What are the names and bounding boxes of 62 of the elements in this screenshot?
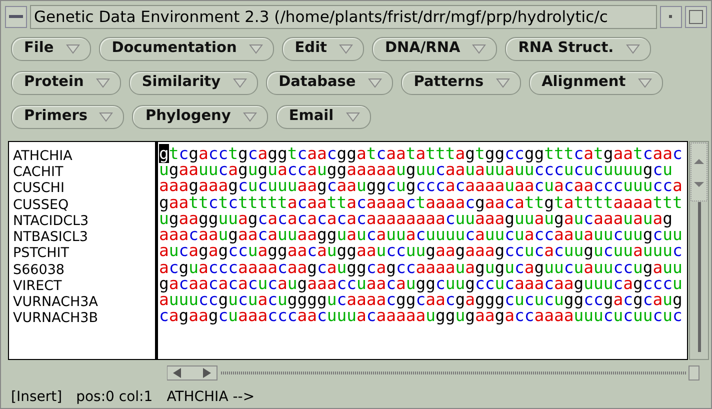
status-sequence-text: ATHCHIA --> [166, 388, 255, 407]
menu-button[interactable]: Documentation [98, 37, 274, 62]
menu-button[interactable]: Patterns [400, 71, 521, 96]
maximize-button[interactable] [685, 6, 707, 28]
sequence-name[interactable]: VIRECT [9, 278, 155, 294]
menu-button[interactable]: Email [276, 105, 371, 130]
sequence-name[interactable]: CUSCHI [9, 180, 155, 197]
menu-button[interactable]: Alignment [528, 71, 663, 96]
sequence-name[interactable]: NTACIDCL3 [9, 212, 155, 230]
sequence-bases: gaattctctttttacaattacaaaactaaaacgaacattgtattttaaaattt [158, 194, 682, 211]
dropdown-triangle-icon[interactable] [242, 112, 257, 122]
menu-button[interactable]: Similarity [128, 71, 258, 96]
sequence-name[interactable]: CACHIT [9, 164, 155, 180]
dropdown-triangle-icon[interactable] [368, 78, 382, 88]
window-menu-button[interactable] [5, 6, 27, 28]
sequence-bases: cagaagcuaaacccaacuuuacaaaaauggugaagaccaaaauuucucuucuc [158, 308, 682, 324]
window-title: Genetic Data Environment 2.3 (/home/plants/frist/drr/mgf/prp/hydrolytic/c [30, 4, 657, 29]
menu-button[interactable]: Database [266, 71, 393, 96]
scroll-arrows-icon[interactable] [690, 142, 708, 202]
square-icon[interactable] [689, 10, 703, 24]
menu-button[interactable]: Primers [11, 105, 124, 130]
sequence-bases: aucagagccuaggaacauggaauccuugaagaaagccucacuugucuuauuuc [158, 243, 682, 260]
sequence-bases: auuuccgucuacuggggucaaaacggcaacgagggcucucuggccgacgcaug [158, 292, 682, 308]
minimize-button[interactable] [660, 6, 682, 28]
sequence-bases: ugaauucaguguaccauggaaaaauguucaauauuauucccucucuuuugcu [158, 162, 672, 178]
dropdown-triangle-icon[interactable] [96, 78, 110, 88]
sequence-name[interactable]: VURNACH3B [9, 310, 155, 326]
dropdown-triangle-icon[interactable] [232, 78, 247, 88]
dropdown-triangle-icon[interactable] [248, 44, 263, 54]
menu-button[interactable]: DNA/RNA [372, 37, 498, 62]
dropdown-triangle-icon[interactable] [66, 44, 80, 54]
menu-button[interactable]: RNA Struct. [505, 37, 651, 62]
sequence-bases: aaagaaagcucuuuaagcaauggcugcccacaaaauaacuacaacccuuucca [158, 178, 682, 195]
status-mode-text: [Insert] [11, 388, 62, 407]
dropdown-triangle-icon[interactable] [338, 44, 353, 54]
sequence-name[interactable]: S66038 [9, 262, 155, 278]
menu-button[interactable]: Edit [282, 37, 364, 62]
text-cursor: g [159, 144, 169, 164]
sequence-name[interactable]: PSTCHIT [9, 245, 155, 262]
sequence-bases: aaacaaugaacauuaagguaucauuacuuuucauucuaccaauauucuugcuu [158, 227, 682, 244]
sequence-name[interactable]: NTBASICL3 [9, 229, 155, 246]
horizontal-scrollbar[interactable] [167, 364, 701, 382]
menu-button[interactable]: Phylogeny [132, 105, 268, 130]
menu-button[interactable]: Protein [11, 71, 121, 96]
menu-button[interactable]: File [11, 37, 91, 62]
sequence-bases: gtcgacctgcaggtcaacggatcaatatttagtggccggtttcatgaatcaac [158, 146, 682, 162]
sequence-name[interactable]: ATHCHIA [9, 148, 155, 164]
sequence-bases: ugaagguuagcacacacacacaaaaaaaacuuaaaguuaugaucaaauauag [158, 210, 672, 228]
sequence-bases: gacaacacacucaugaaaccuaacauggcuugccucaaacaaguuucagcccu [158, 276, 682, 292]
vertical-scrollbar[interactable] [689, 141, 709, 360]
dropdown-triangle-icon[interactable] [472, 44, 486, 54]
dropdown-triangle-icon[interactable] [99, 112, 114, 122]
dropdown-triangle-icon[interactable] [638, 78, 652, 88]
sequence-name[interactable]: VURNACH3A [9, 294, 155, 310]
scroll-track[interactable] [697, 202, 701, 352]
dropdown-triangle-icon[interactable] [496, 78, 510, 88]
status-position-text: pos:0 col:1 [76, 388, 153, 407]
minus-icon[interactable] [9, 14, 23, 19]
sequence-bases: acguacccaaaacaagcauggcagccaaaauagugucaguucuauuccugauu [158, 260, 682, 276]
dropdown-triangle-icon[interactable] [346, 112, 360, 122]
sequence-name[interactable]: CUSSEQ [9, 196, 155, 213]
dropdown-triangle-icon[interactable] [626, 44, 640, 54]
